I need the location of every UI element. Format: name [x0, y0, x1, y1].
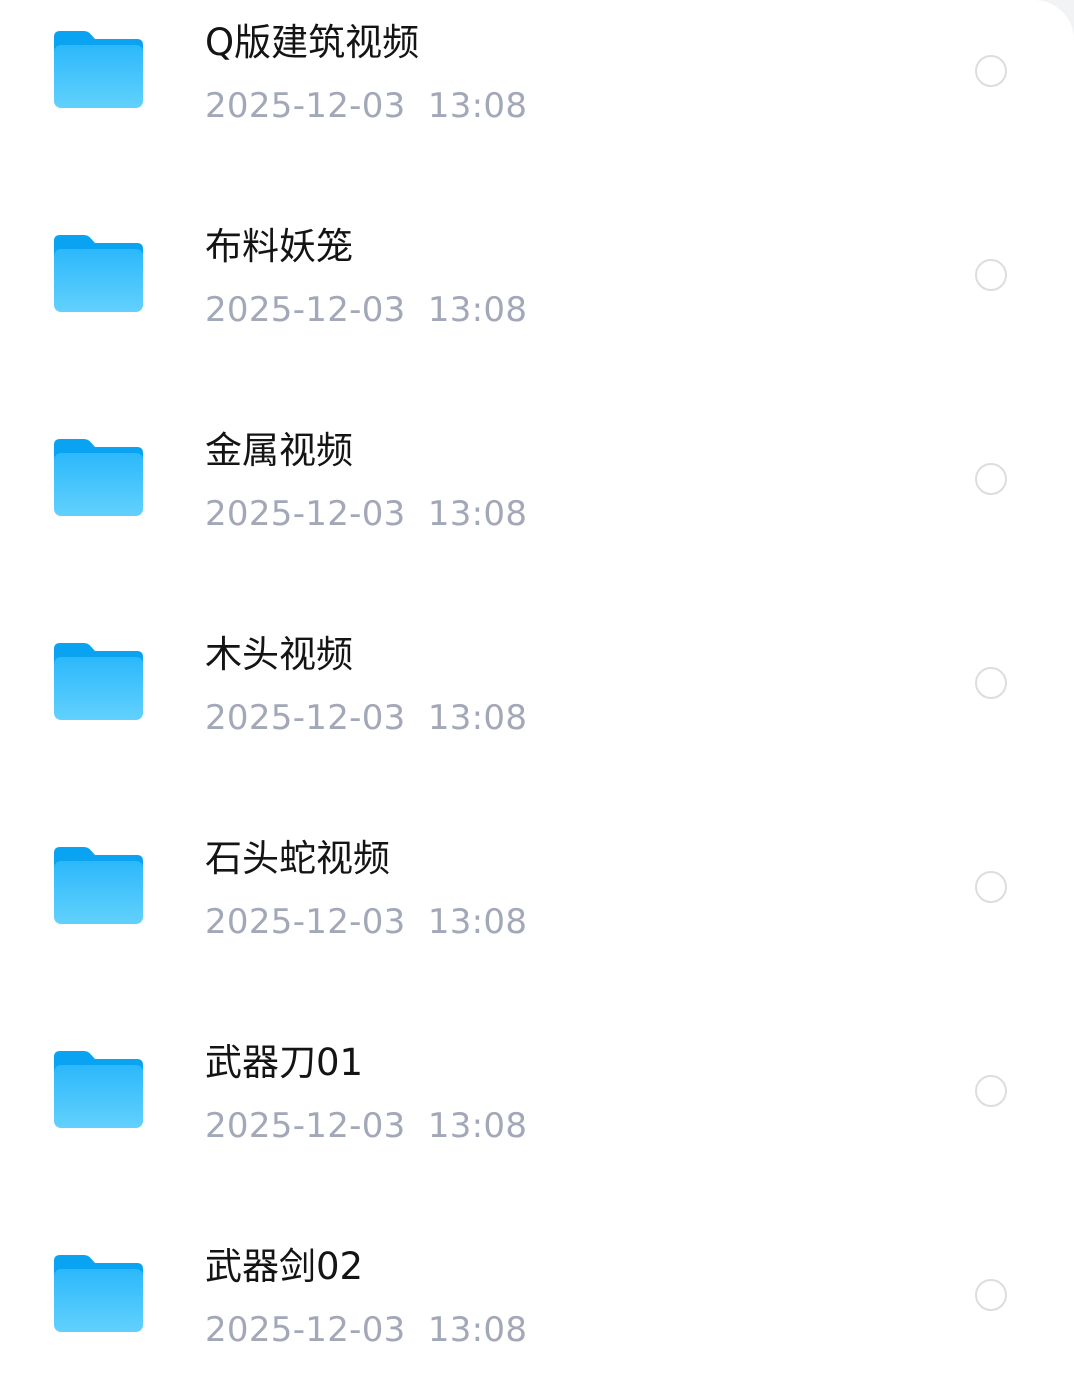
file-list-item-2[interactable]: 金属视频 2025-12-03 13:08 [0, 377, 1074, 581]
folder-name: 木头视频 [205, 633, 353, 676]
modified-time: 13:08 [427, 698, 528, 738]
folder-name: 布料妖笼 [205, 225, 353, 268]
modified-time: 13:08 [427, 494, 528, 534]
file-browser-panel: Q版建筑视频 2025-12-03 13:08 布料妖笼 2025-12-03 … [0, 0, 1074, 1396]
modified-date: 2025-12-03 [205, 902, 406, 942]
modified-time: 13:08 [427, 902, 528, 942]
folder-icon [54, 847, 143, 924]
folder-icon [54, 1255, 143, 1332]
radio-unchecked-icon[interactable] [975, 55, 1007, 87]
radio-unchecked-icon[interactable] [975, 1279, 1007, 1311]
folder-icon [54, 235, 143, 312]
modified-date: 2025-12-03 [205, 494, 406, 534]
modified-time: 13:08 [427, 1310, 528, 1350]
file-list: Q版建筑视频 2025-12-03 13:08 布料妖笼 2025-12-03 … [0, 0, 1074, 1396]
modified-time: 13:08 [427, 290, 528, 330]
file-list-item-4[interactable]: 石头蛇视频 2025-12-03 13:08 [0, 785, 1074, 989]
modified-timestamp: 2025-12-03 13:08 [205, 86, 527, 126]
radio-unchecked-icon[interactable] [975, 259, 1007, 291]
modified-date: 2025-12-03 [205, 698, 406, 738]
modified-timestamp: 2025-12-03 13:08 [205, 1310, 527, 1350]
folder-icon [54, 643, 143, 720]
modified-timestamp: 2025-12-03 13:08 [205, 290, 527, 330]
folder-name: 武器剑02 [205, 1245, 364, 1288]
modified-date: 2025-12-03 [205, 86, 406, 126]
modified-date: 2025-12-03 [205, 1310, 406, 1350]
radio-unchecked-icon[interactable] [975, 871, 1007, 903]
folder-icon [54, 439, 143, 516]
modified-timestamp: 2025-12-03 13:08 [205, 494, 527, 534]
modified-time: 13:08 [427, 86, 528, 126]
modified-timestamp: 2025-12-03 13:08 [205, 698, 527, 738]
modified-time: 13:08 [427, 1106, 528, 1146]
folder-icon [54, 31, 143, 108]
file-list-item-3[interactable]: 木头视频 2025-12-03 13:08 [0, 581, 1074, 785]
file-list-item-1[interactable]: 布料妖笼 2025-12-03 13:08 [0, 173, 1074, 377]
radio-unchecked-icon[interactable] [975, 463, 1007, 495]
radio-unchecked-icon[interactable] [975, 667, 1007, 699]
file-list-item-6[interactable]: 武器剑02 2025-12-03 13:08 [0, 1193, 1074, 1396]
file-list-item-0[interactable]: Q版建筑视频 2025-12-03 13:08 [0, 0, 1074, 173]
folder-name: 石头蛇视频 [205, 837, 390, 880]
radio-unchecked-icon[interactable] [975, 1075, 1007, 1107]
file-list-item-5[interactable]: 武器刀01 2025-12-03 13:08 [0, 989, 1074, 1193]
folder-icon [54, 1051, 143, 1128]
folder-name: 武器刀01 [205, 1041, 364, 1084]
folder-name: 金属视频 [205, 429, 353, 472]
modified-timestamp: 2025-12-03 13:08 [205, 902, 527, 942]
modified-date: 2025-12-03 [205, 290, 406, 330]
modified-date: 2025-12-03 [205, 1106, 406, 1146]
folder-name: Q版建筑视频 [205, 21, 420, 64]
modified-timestamp: 2025-12-03 13:08 [205, 1106, 527, 1146]
